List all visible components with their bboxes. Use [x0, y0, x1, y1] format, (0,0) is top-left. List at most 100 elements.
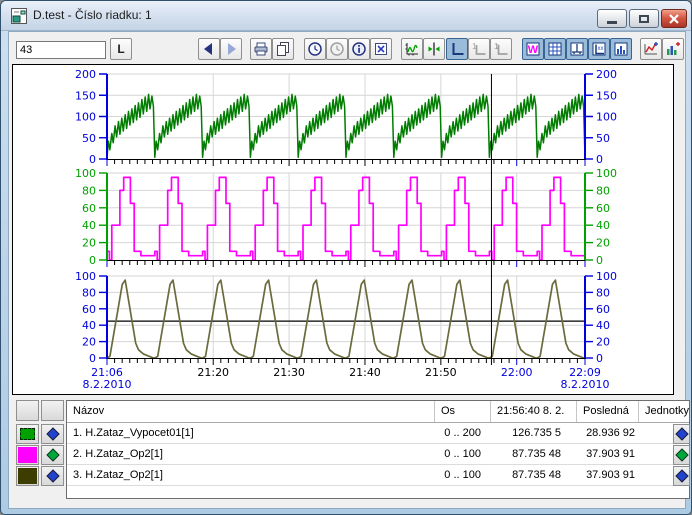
grid-icon: [547, 41, 563, 57]
value-axis-button[interactable]: [423, 38, 445, 60]
svg-text:80: 80: [82, 286, 96, 299]
svg-text:20: 20: [596, 336, 610, 349]
time-range-button[interactable]: [304, 38, 326, 60]
close-icon: [668, 13, 680, 25]
diamond-icon: [44, 426, 62, 442]
trend-axis-button[interactable]: [401, 38, 423, 60]
header-posledna[interactable]: Posledná: [577, 401, 639, 422]
row2-right-marker-button[interactable]: [673, 445, 690, 465]
svg-text:50: 50: [82, 132, 96, 145]
row3-marker-button[interactable]: [41, 466, 64, 486]
legend-table: Názov Os 21:56:40 8. 2. Posledná Jednotk…: [66, 400, 690, 499]
title-bar[interactable]: D.test - Číslo riadku: 1: [1, 1, 691, 31]
svg-text:0: 0: [596, 153, 603, 166]
graph-table-button[interactable]: [610, 38, 632, 60]
svg-text:0: 0: [596, 352, 603, 365]
row1-right-marker-button[interactable]: [673, 424, 690, 444]
svg-text:100: 100: [596, 270, 617, 283]
table-header-row[interactable]: Názov Os 21:56:40 8. 2. Posledná Jednotk…: [67, 401, 689, 423]
svg-text:100: 100: [596, 167, 617, 180]
svg-text:20: 20: [82, 336, 96, 349]
minimize-icon: [607, 21, 617, 24]
minimize-button[interactable]: [597, 9, 627, 28]
prev-button[interactable]: [198, 38, 220, 60]
svg-text:8.2.2010: 8.2.2010: [561, 378, 610, 391]
row1-marker-button[interactable]: [41, 424, 64, 444]
table-row[interactable]: 2. H.Zataz_Op2[1] 0 .. 100 87.735 48 37.…: [67, 444, 689, 465]
grid-button[interactable]: [544, 38, 566, 60]
header-nazov[interactable]: Názov: [67, 401, 435, 422]
svg-text:21:40: 21:40: [349, 366, 381, 379]
values-window-button[interactable]: W: [522, 38, 544, 60]
row2-color-swatch: [18, 447, 37, 463]
next-button[interactable]: [220, 38, 242, 60]
row3-color-swatch: [18, 468, 37, 484]
row-name: 1. H.Zataz_Vypocet01[1]: [67, 423, 435, 443]
info-button[interactable]: [348, 38, 370, 60]
header-cursor-time[interactable]: 21:56:40 8. 2.: [491, 401, 577, 422]
color-column-header[interactable]: [16, 400, 39, 421]
x-mark-icon: [373, 41, 389, 57]
svg-text:200: 200: [596, 68, 617, 81]
svg-text:0: 0: [89, 153, 96, 166]
x-axis-button[interactable]: [566, 38, 588, 60]
numbered-axis-button: 1: [490, 38, 512, 60]
svg-text:1: 1: [472, 42, 477, 51]
copy-button[interactable]: [272, 38, 294, 60]
svg-text:0: 0: [89, 352, 96, 365]
row-cursor-value: 126.735 5: [491, 423, 577, 443]
svg-text:40: 40: [596, 319, 610, 332]
header-jednotky[interactable]: Jednotky: [639, 401, 689, 422]
prev-arrow-icon: [201, 41, 217, 57]
svg-text:80: 80: [82, 184, 96, 197]
axis-values-button[interactable]: xx: [588, 38, 610, 60]
table-row[interactable]: 3. H.Zataz_Op2[1] 0 .. 100 87.735 48 37.…: [67, 465, 689, 486]
row3-right-marker-button[interactable]: [673, 466, 690, 486]
row1-color-button[interactable]: [16, 424, 39, 444]
client-area: L: [8, 31, 686, 509]
diamond-icon: [44, 447, 62, 463]
next-arrow-icon: [223, 41, 239, 57]
svg-text:0: 0: [596, 254, 603, 267]
axis-per-line-button: 1: [468, 38, 490, 60]
svg-text:80: 80: [596, 286, 610, 299]
row3-color-button[interactable]: [16, 466, 39, 486]
table-row[interactable]: 1. H.Zataz_Vypocet01[1] 0 .. 200 126.735…: [67, 423, 689, 444]
header-os[interactable]: Os: [435, 401, 491, 422]
row-axis-range: 0 .. 200: [435, 423, 491, 443]
row2-color-button[interactable]: [16, 445, 39, 465]
svg-text:40: 40: [596, 219, 610, 232]
add-graph-button[interactable]: [662, 38, 684, 60]
svg-text:60: 60: [596, 202, 610, 215]
maximize-icon: [639, 15, 649, 23]
print-button[interactable]: [250, 38, 272, 60]
values-window-icon: W: [525, 41, 541, 57]
svg-text:0: 0: [89, 254, 96, 267]
svg-text:22:00: 22:00: [501, 366, 533, 379]
add-trend-button[interactable]: [640, 38, 662, 60]
maximize-button[interactable]: [629, 9, 659, 28]
row2-marker-button[interactable]: [41, 445, 64, 465]
value-axis-icon: [426, 41, 442, 57]
add-graph-icon: [665, 41, 681, 57]
svg-text:8.2.2010: 8.2.2010: [83, 378, 132, 391]
svg-text:100: 100: [75, 167, 96, 180]
row-last-value: 37.903 91: [577, 444, 639, 464]
diamond-icon: [44, 468, 62, 484]
marker-column-header[interactable]: [41, 400, 64, 421]
add-trend-icon: [643, 41, 659, 57]
diamond-icon: [673, 468, 691, 484]
chart-canvas[interactable]: 0050501001001501502002000020204040606080…: [12, 64, 674, 395]
svg-text:21:50: 21:50: [425, 366, 457, 379]
diamond-icon: [673, 447, 691, 463]
close-button[interactable]: [661, 9, 687, 28]
x-mark-button[interactable]: [370, 38, 392, 60]
svg-text:40: 40: [82, 319, 96, 332]
copy-icon: [275, 41, 291, 57]
l-button[interactable]: L: [110, 38, 132, 60]
single-axis-button[interactable]: [446, 38, 468, 60]
axis-values-icon: xx: [591, 41, 607, 57]
row-number-input[interactable]: [16, 41, 106, 59]
clock-disabled-icon: [329, 41, 345, 57]
row-axis-range: 0 .. 100: [435, 444, 491, 464]
